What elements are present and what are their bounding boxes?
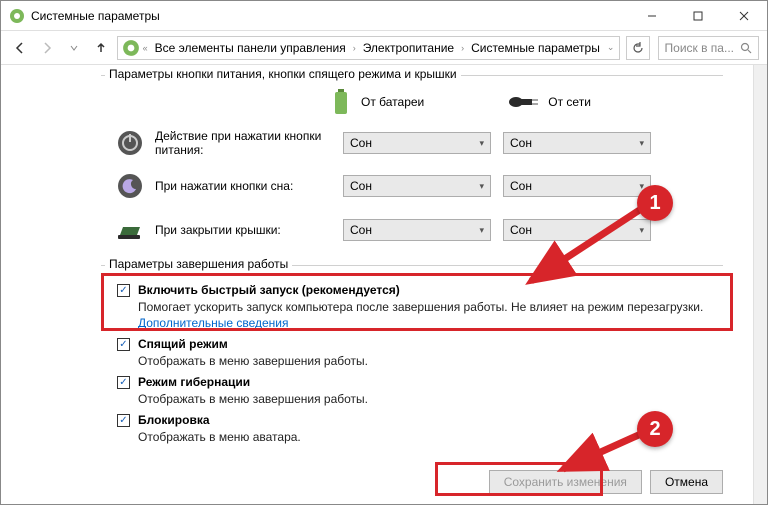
breadcrumb-item[interactable]: Системные параметры [467, 41, 604, 55]
battery-label: От батареи [361, 95, 424, 109]
battery-icon [331, 89, 351, 115]
up-button[interactable] [90, 35, 113, 61]
hibernate-checkbox[interactable]: ✓ [117, 376, 130, 389]
sleep-button-row: При нажатии кнопки сна: Сон▾ Сон▾ [117, 173, 723, 199]
lid-battery-select[interactable]: Сон▾ [343, 219, 491, 241]
sleep-label: Спящий режим [138, 337, 228, 351]
sleep-desc: Отображать в меню завершения работы. [138, 353, 723, 369]
chevron-down-icon: ▾ [479, 181, 484, 192]
chevron-down-icon: ▾ [479, 225, 484, 236]
minimize-button[interactable] [629, 1, 675, 31]
close-button[interactable] [721, 1, 767, 31]
laptop-lid-icon [117, 217, 143, 243]
save-button[interactable]: Сохранить изменения [489, 470, 642, 494]
fieldset-legend: Параметры завершения работы [105, 257, 292, 271]
fast-startup-label: Включить быстрый запуск (рекомендуется) [138, 283, 400, 297]
navbar: « Все элементы панели управления › Элект… [1, 31, 767, 65]
power-button-icon [117, 130, 143, 156]
titlebar: Системные параметры [1, 1, 767, 31]
lid-ac-select[interactable]: Сон▾ [503, 219, 651, 241]
row-label: При закрытии крышки: [155, 223, 331, 237]
annotation-callout-1: 1 [637, 185, 673, 221]
recent-dropdown[interactable] [63, 35, 86, 61]
search-input[interactable]: Поиск в па... [658, 36, 759, 60]
maximize-button[interactable] [675, 1, 721, 31]
hibernate-block: ✓ Режим гибернации Отображать в меню зав… [117, 375, 723, 407]
lid-close-row: При закрытии крышки: Сон▾ Сон▾ [117, 217, 723, 243]
sleep-button-ac-select[interactable]: Сон▾ [503, 175, 651, 197]
cancel-button[interactable]: Отмена [650, 470, 723, 494]
sleep-checkbox[interactable]: ✓ [117, 338, 130, 351]
lock-checkbox[interactable]: ✓ [117, 414, 130, 427]
column-headers: От батареи От сети [331, 89, 591, 115]
chevron-right-icon: › [352, 43, 357, 53]
search-placeholder: Поиск в па... [665, 41, 734, 55]
chevron-down-icon: ▾ [639, 225, 644, 236]
vertical-scrollbar[interactable] [753, 65, 767, 504]
lock-label: Блокировка [138, 413, 210, 427]
chevron-right-icon: › [460, 43, 465, 53]
breadcrumb-item[interactable]: Все элементы панели управления [151, 41, 350, 55]
sleep-block: ✓ Спящий режим Отображать в меню заверше… [117, 337, 723, 369]
power-button-ac-select[interactable]: Сон▾ [503, 132, 651, 154]
battery-header: От батареи [331, 89, 424, 115]
sleep-button-battery-select[interactable]: Сон▾ [343, 175, 491, 197]
window-controls [629, 1, 767, 31]
window-title: Системные параметры [31, 9, 160, 23]
row-label: Действие при нажатии кнопки питания: [155, 129, 331, 157]
hibernate-desc: Отображать в меню завершения работы. [138, 391, 723, 407]
power-button-row: Действие при нажатии кнопки питания: Сон… [117, 129, 723, 157]
plug-icon [508, 94, 538, 110]
forward-button[interactable] [36, 35, 59, 61]
refresh-button[interactable] [626, 36, 649, 60]
back-button[interactable] [9, 35, 32, 61]
fieldset-legend: Параметры кнопки питания, кнопки спящего… [105, 67, 461, 81]
ac-label: От сети [548, 95, 591, 109]
search-icon [740, 42, 752, 54]
window: Системные параметры « Все элементы панел… [0, 0, 768, 505]
hibernate-label: Режим гибернации [138, 375, 250, 389]
chevron-down-icon: ▾ [479, 138, 484, 149]
fast-startup-checkbox[interactable]: ✓ [117, 284, 130, 297]
power-options-icon [9, 8, 25, 24]
row-label: При нажатии кнопки сна: [155, 179, 331, 193]
fast-startup-desc: Помогает ускорить запуск компьютера посл… [138, 299, 723, 331]
breadcrumb[interactable]: « Все элементы панели управления › Элект… [117, 36, 621, 60]
chevron-down-icon[interactable]: ⌄ [606, 42, 616, 53]
sleep-button-icon [117, 173, 143, 199]
more-info-link[interactable]: Дополнительные сведения [138, 316, 288, 330]
annotation-callout-2: 2 [637, 411, 673, 447]
power-button-battery-select[interactable]: Сон▾ [343, 132, 491, 154]
power-options-icon [122, 39, 140, 57]
breadcrumb-item[interactable]: Электропитание [359, 41, 458, 55]
chevron-down-icon: ▾ [639, 138, 644, 149]
lock-block: ✓ Блокировка Отображать в меню аватара. [117, 413, 723, 445]
chevron-left-icon: « [142, 43, 149, 53]
button-row: Сохранить изменения Отмена [489, 470, 723, 494]
ac-header: От сети [508, 94, 591, 110]
lock-desc: Отображать в меню аватара. [138, 429, 723, 445]
fast-startup-block: ✓ Включить быстрый запуск (рекомендуется… [117, 283, 723, 331]
